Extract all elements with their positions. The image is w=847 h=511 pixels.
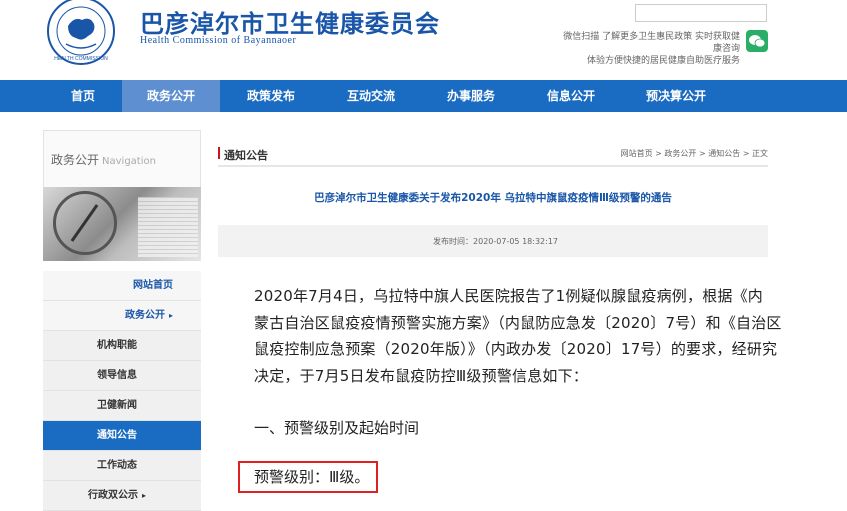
nav-item-info-disclosure[interactable]: 信息公开 (532, 80, 610, 112)
paragraph-line: 鼠疫控制应急预案（2020年版）》（内政办发〔2020〕17号）的要求，经研究 (254, 340, 778, 358)
sidebar-title: 政务公开 (51, 153, 100, 167)
wechat-promo-text: 微信扫描 了解更多卫生惠民政策 实时获取健康咨询 体验方便快捷的居民健康自助医疗… (563, 32, 740, 66)
site-header: HEALTH COMMISSION 巴彦淖尔市卫生健康委员会 Health Co… (0, 0, 847, 80)
sidebar-header: 政务公开 Navigation (43, 130, 201, 187)
main-content: 通知公告 网站首页 > 政务公开 > 通知公告 > 正文 巴彦淖尔市卫生健康委关… (218, 143, 781, 385)
search-input[interactable] (635, 4, 767, 22)
arrow-right-icon: ▸ (141, 491, 146, 500)
section-title: 通知公告 (218, 147, 268, 162)
sidebar-subtitle: Navigation (102, 156, 156, 167)
nav-item-government-affairs[interactable]: 政务公开 (122, 80, 220, 112)
site-title: 巴彦淖尔市卫生健康委员会 (140, 9, 440, 38)
main-nav: 首页 政务公开 政策发布 互动交流 办事服务 信息公开 预决算公开 (0, 80, 847, 112)
warning-level-text: 预警级别：Ⅲ级。 (254, 468, 370, 486)
nav-item-services[interactable]: 办事服务 (432, 80, 510, 112)
sidebar-item-news[interactable]: 卫健新闻 (43, 391, 201, 421)
sidebar-item-government-affairs[interactable]: 政务公开 ▸ (43, 301, 201, 331)
svg-text:HEALTH COMMISSION: HEALTH COMMISSION (54, 56, 108, 62)
nav-item-budget[interactable]: 预决算公开 (632, 80, 720, 112)
paragraph-line: 2020年7月4日，乌拉特中旗人民医院报告了1例疑似腺鼠疫病例，根据《内 (254, 287, 764, 305)
paragraph-line: 决定，于7月5日发布鼠疫防控Ⅲ级预警信息如下： (254, 366, 589, 385)
site-subtitle: Health Commission of Bayannaoer (140, 35, 297, 46)
nav-item-home[interactable]: 首页 (58, 80, 108, 112)
article-meta-bar: 发布时间：2020-07-05 18:32:17 (218, 225, 768, 257)
sidebar-banner-image (43, 187, 201, 261)
sidebar-item-home[interactable]: 网站首页 (43, 271, 201, 301)
sidebar-item-dual-publicity[interactable]: 行政双公示 ▸ (43, 481, 201, 511)
article-paragraph: 2020年7月4日，乌拉特中旗人民医院报告了1例疑似腺鼠疫病例，根据《内 蒙古自… (254, 283, 782, 389)
breadcrumb[interactable]: 网站首页 > 政务公开 > 通知公告 > 正文 (621, 148, 768, 159)
sidebar-item-functions[interactable]: 机构职能 (43, 331, 201, 361)
paragraph-line: 蒙古自治区鼠疫疫情预警实施方案》（内鼠防应急发〔2020〕7号）和《自治区 (254, 313, 782, 332)
publish-time: 发布时间：2020-07-05 18:32:17 (433, 237, 558, 246)
nav-item-interaction[interactable]: 互动交流 (332, 80, 410, 112)
sidebar-item-notices[interactable]: 通知公告 (43, 421, 201, 451)
article-title: 巴彦淖尔市卫生健康委关于发布2020年 乌拉特中旗鼠疫疫情Ⅲ级预警的通告 (314, 192, 672, 204)
section-heading: 一、预警级别及起始时间 (254, 419, 420, 437)
wechat-icon[interactable] (746, 30, 768, 52)
nav-item-policy-release[interactable]: 政策发布 (232, 80, 310, 112)
commission-emblem-logo[interactable]: HEALTH COMMISSION (46, 0, 116, 66)
section-header: 通知公告 网站首页 > 政务公开 > 通知公告 > 正文 (218, 143, 768, 167)
sidebar-item-leaders[interactable]: 领导信息 (43, 361, 201, 391)
sidebar-item-work-updates[interactable]: 工作动态 (43, 451, 201, 481)
sidebar: 政务公开 Navigation 网站首页 政务公开 ▸ 机构职能 领导信息 卫健新闻… (43, 130, 201, 511)
arrow-right-icon: ▸ (168, 311, 173, 320)
